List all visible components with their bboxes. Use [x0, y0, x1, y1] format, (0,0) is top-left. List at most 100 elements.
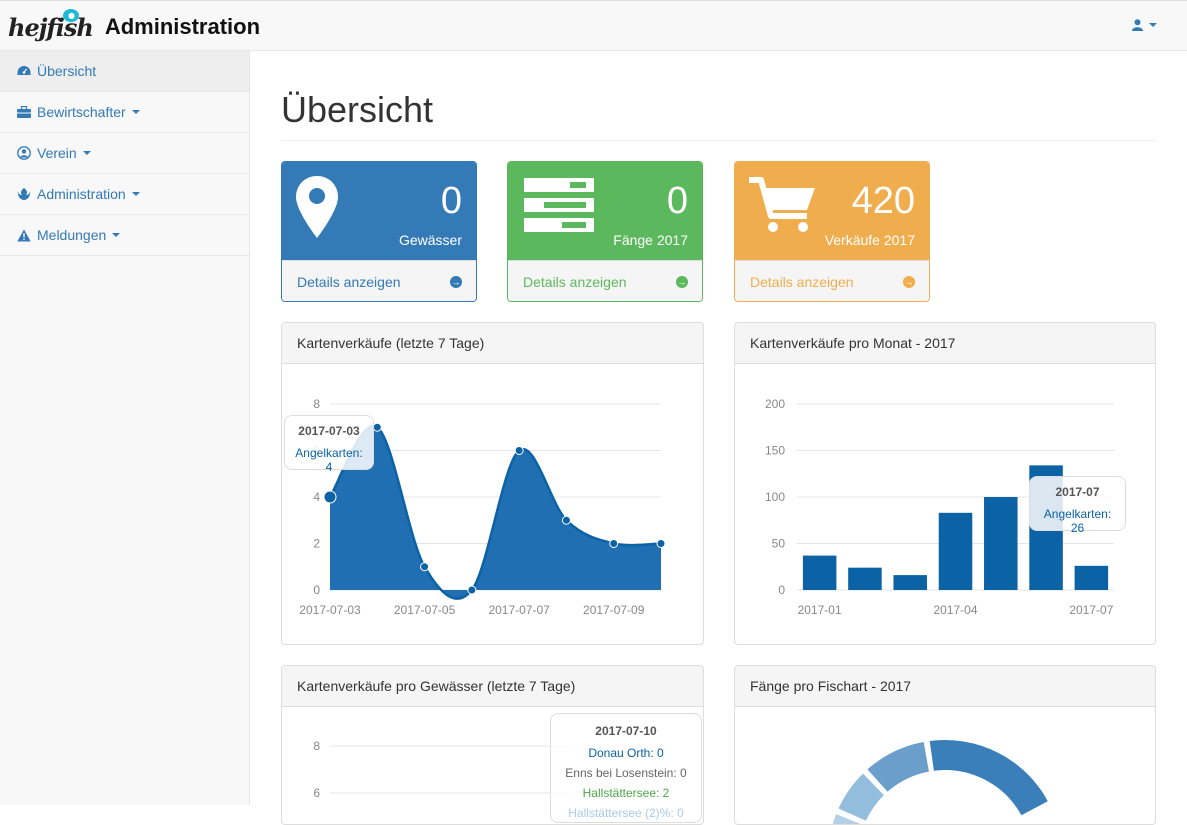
sidebar-item-administration[interactable]: Administration [0, 174, 249, 215]
data-point [420, 562, 430, 572]
title-divider [281, 140, 1156, 141]
chart-title: Fänge pro Fischart - 2017 [735, 666, 1155, 707]
bar [1074, 565, 1109, 590]
chart-panel-catch-species: Fänge pro Fischart - 2017 [734, 665, 1156, 825]
x-tick-label: 2017-01 [798, 603, 842, 617]
sidebar-item-label: Bewirtschafter [37, 104, 126, 120]
area-fill [330, 425, 661, 599]
data-point [372, 422, 382, 432]
data-point [467, 585, 477, 595]
sidebar-item-bewirtschafter[interactable]: Bewirtschafter [0, 92, 249, 133]
tooltip-line: Hallstättersee (2)%: 0 [568, 806, 684, 820]
y-tick-label: 4 [313, 490, 320, 504]
stat-label: Verkäufe 2017 [824, 232, 915, 248]
sidebar-item-label: Übersicht [37, 63, 97, 79]
chevron-down-icon [131, 110, 140, 114]
chart-tooltip: 2017-07 Angelkarten: 26 [1029, 476, 1126, 535]
x-tick-label: 2017-07-03 [299, 603, 361, 617]
stat-value: 0 [666, 180, 688, 222]
x-tick-label: 2017-07-09 [583, 603, 645, 617]
tasks-icon [524, 178, 594, 232]
sidebar-item-label: Administration [37, 186, 126, 202]
map-marker-icon [296, 176, 338, 238]
sidebar-item-uebersicht[interactable]: Übersicht [0, 51, 249, 92]
data-point [323, 490, 337, 504]
user-circle-icon [17, 146, 31, 160]
brand[interactable]: hejfish ● Administration [8, 7, 260, 47]
arrow-circle-right-icon: → [676, 275, 688, 288]
stat-panel-heading: 0 Fänge 2017 [508, 162, 702, 260]
chevron-down-icon [1149, 23, 1157, 27]
arrow-circle-right-icon: → [450, 275, 462, 288]
arrow-circle-right-icon: → [903, 275, 915, 288]
y-tick-label: 100 [765, 490, 785, 504]
stat-panel-faenge: 0 Fänge 2017 Details anzeigen → [507, 161, 703, 302]
sidebar: Übersicht Bewirtschafter Verein Administ… [0, 51, 250, 805]
tooltip-date: 2017-07-10 [595, 724, 657, 738]
data-point [609, 539, 619, 548]
tooltip-line: Hallstättersee: 2 [582, 786, 670, 800]
chart-title: Kartenverkäufe (letzte 7 Tage) [282, 323, 703, 364]
y-tick-label: 8 [313, 397, 320, 411]
y-tick-label: 0 [778, 583, 785, 597]
fish-bubble-icon: ● [63, 8, 79, 22]
x-tick-label: 2017-07-05 [394, 603, 456, 617]
bar [848, 567, 882, 590]
page-title: Übersicht [281, 89, 434, 130]
details-link-label: Details anzeigen [750, 273, 854, 290]
tooltip-date: 2017-07 [1055, 485, 1100, 499]
sidebar-item-label: Meldungen [37, 227, 107, 243]
shopping-cart-icon [749, 177, 815, 232]
chart-panel-sales-month: Kartenverkäufe pro Monat - 2017 0 50 100 15… [734, 322, 1156, 645]
top-navbar: hejfish ● Administration [0, 0, 1187, 51]
data-point [514, 446, 524, 455]
details-link[interactable]: Details anzeigen → [735, 260, 929, 301]
y-tick-label: 150 [765, 444, 785, 458]
area-chart[interactable]: 024682017-07-032017-07-052017-07-072017-… [282, 364, 703, 644]
data-point [561, 515, 571, 525]
brand-logo: hejfish ● [8, 8, 94, 42]
brand-title: Administration [104, 14, 261, 39]
stat-value: 0 [440, 180, 462, 222]
y-tick-label: 6 [313, 786, 320, 800]
chevron-down-icon [112, 233, 121, 237]
rebel-icon [17, 187, 31, 201]
stat-panel-heading: 420 Verkäufe 2017 [735, 162, 929, 260]
x-tick-label: 2017-07 [1069, 603, 1113, 617]
user-icon [1132, 19, 1143, 31]
y-tick-label: 50 [772, 537, 786, 551]
sidebar-item-meldungen[interactable]: Meldungen [0, 215, 249, 256]
x-tick-label: 2017-07-07 [488, 603, 550, 617]
y-tick-label: 0 [313, 583, 320, 597]
details-link[interactable]: Details anzeigen → [282, 260, 476, 301]
y-tick-label: 2 [313, 537, 320, 551]
donut-chart[interactable] [735, 707, 1155, 825]
bar [984, 497, 1018, 590]
chart-panel-sales-7days: Kartenverkäufe (letzte 7 Tage) 024682017… [281, 322, 704, 645]
chevron-down-icon [82, 151, 91, 155]
stat-panel-heading: 0 Gewässer [282, 162, 476, 260]
chart-title: Kartenverkäufe pro Gewässer (letzte 7 Ta… [282, 666, 703, 707]
sidebar-item-label: Verein [37, 145, 77, 161]
stat-value: 420 [851, 180, 915, 222]
y-tick-label: 200 [765, 397, 785, 411]
user-menu[interactable] [1132, 19, 1157, 31]
warning-icon [17, 228, 31, 242]
stat-label: Gewässer [398, 232, 462, 248]
stat-panel-gewaesser: 0 Gewässer Details anzeigen → [281, 161, 477, 302]
chart-tooltip: 2017-07-10 Donau Orth: 0 Enns bei Losens… [550, 713, 702, 823]
details-link[interactable]: Details anzeigen → [508, 260, 702, 301]
sidebar-item-verein[interactable]: Verein [0, 133, 249, 174]
tooltip-value: Angelkarten: 4 [295, 446, 363, 474]
x-tick-label: 2017-04 [933, 603, 977, 617]
chart-title: Kartenverkäufe pro Monat - 2017 [735, 323, 1155, 364]
chart-panel-sales-water: Kartenverkäufe pro Gewässer (letzte 7 Ta… [281, 665, 704, 825]
data-point [656, 539, 666, 548]
y-tick-label: 8 [313, 739, 320, 753]
chevron-down-icon [131, 192, 140, 196]
dashboard-icon [17, 64, 31, 78]
tooltip-line: Donau Orth: 0 [588, 746, 664, 760]
stat-label: Fänge 2017 [613, 232, 688, 248]
details-link-label: Details anzeigen [523, 273, 627, 290]
tooltip-date: 2017-07-03 [298, 424, 360, 438]
